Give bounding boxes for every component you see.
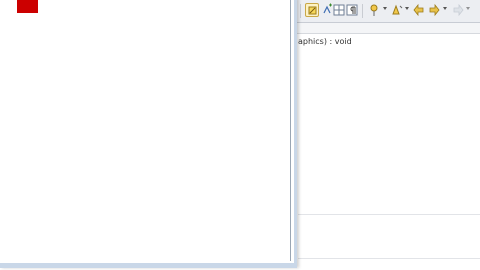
chevron-down-icon[interactable] (466, 7, 470, 10)
forward-icon[interactable] (427, 3, 441, 17)
paragraph-icon[interactable] (345, 3, 359, 17)
chevron-down-icon[interactable] (443, 7, 447, 10)
toolbar-separator (362, 4, 363, 18)
divider (298, 258, 480, 259)
grid-icon[interactable] (332, 3, 346, 17)
back-icon[interactable] (412, 3, 426, 17)
drawing-canvas[interactable] (4, 0, 291, 261)
divider (298, 214, 480, 215)
chevron-down-icon[interactable] (383, 7, 387, 10)
outline-method-signature[interactable]: aphics) : void (298, 37, 352, 46)
pin-icon[interactable] (367, 3, 381, 17)
app-window[interactable] (0, 0, 297, 268)
toolbar-separator (300, 4, 301, 18)
forward-disabled-icon[interactable] (451, 3, 465, 17)
annotation-icon[interactable] (390, 3, 404, 17)
paint-icon[interactable] (305, 3, 319, 17)
red-rectangle (17, 0, 38, 13)
chevron-down-icon[interactable] (405, 7, 409, 10)
